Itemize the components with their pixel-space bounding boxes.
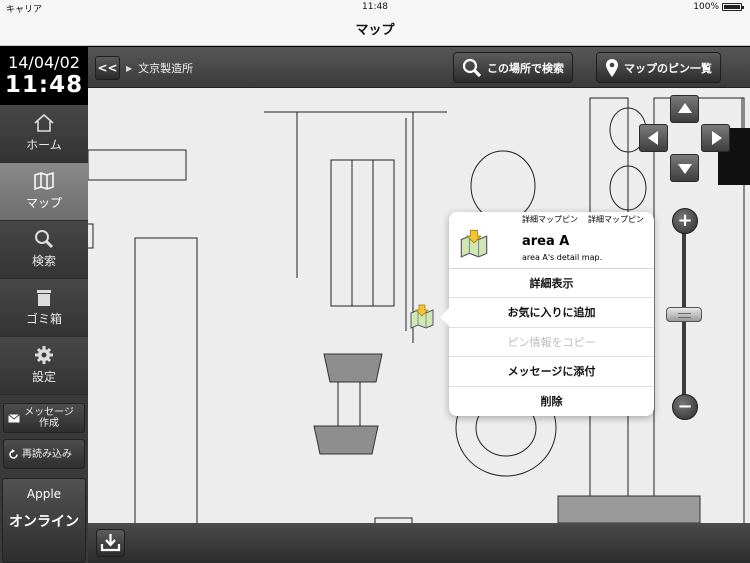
sidebar-item-label: 設定 xyxy=(31,370,56,384)
sidebar-item-search[interactable]: 検索 xyxy=(0,221,88,279)
pin-type-label: 詳細マップピン xyxy=(522,215,578,224)
sidebar-item-settings[interactable]: 設定 xyxy=(0,337,88,395)
search-icon xyxy=(462,58,482,77)
sidebar: 14/04/02 11:48 ホーム マップ 検索 ゴミ箱 設定 メッセージ作成… xyxy=(0,47,88,563)
zoom-out-button[interactable]: − xyxy=(672,394,698,420)
pin-list-label: マップのピン一覧 xyxy=(624,61,712,75)
clock: 14/04/02 11:48 xyxy=(0,47,88,105)
status-bar: キャリア 11:48 100% xyxy=(0,0,750,16)
zoom-in-button[interactable]: + xyxy=(672,208,698,234)
map-icon xyxy=(34,171,54,191)
search-here-button[interactable]: この場所で検索 xyxy=(453,52,573,83)
pin-popover-header: 詳細マップピン 詳細マップピン area A area A's detail m… xyxy=(449,212,654,269)
pin-list-button[interactable]: マップのピン一覧 xyxy=(596,52,721,83)
pan-left-button[interactable] xyxy=(639,124,668,152)
account-status-panel[interactable]: Apple オンライン xyxy=(2,478,86,563)
pin-popover: 詳細マップピン 詳細マップピン area A area A's detail m… xyxy=(440,212,654,416)
battery-icon xyxy=(722,3,744,11)
pin-name: area A xyxy=(522,234,570,249)
reload-icon xyxy=(9,448,18,459)
caret-right-icon: ▶ xyxy=(126,63,133,73)
sidebar-item-trash[interactable]: ゴミ箱 xyxy=(0,279,88,337)
sidebar-item-label: マップ xyxy=(25,196,62,210)
status-time: 11:48 xyxy=(362,2,388,12)
sidebar-item-label: ゴミ箱 xyxy=(25,312,62,326)
download-button[interactable] xyxy=(96,529,125,557)
download-icon xyxy=(100,534,121,552)
bottom-toolbar xyxy=(88,523,750,563)
attach-to-message-action[interactable]: メッセージに添付 xyxy=(449,357,654,387)
back-button[interactable]: << xyxy=(95,56,120,80)
breadcrumb: ▶ 文京製造所 xyxy=(126,60,193,76)
account-name: Apple xyxy=(26,487,62,501)
gear-icon xyxy=(35,346,53,364)
breadcrumb-location[interactable]: 文京製造所 xyxy=(138,60,193,76)
map-pin-icon xyxy=(606,58,618,77)
clock-time: 11:48 xyxy=(4,72,84,98)
pan-down-button[interactable] xyxy=(670,154,699,182)
copy-pin-info-action: ピン情報をコピー xyxy=(449,328,654,358)
trash-icon xyxy=(37,290,51,306)
reload-label: 再読み込み xyxy=(22,448,72,460)
pin-description: area A's detail map. xyxy=(522,253,603,262)
detail-map-pin-icon xyxy=(460,229,488,258)
pan-right-button[interactable] xyxy=(701,124,730,152)
show-detail-action[interactable]: 詳細表示 xyxy=(449,269,654,299)
delete-action[interactable]: 削除 xyxy=(449,387,654,416)
search-here-label: この場所で検索 xyxy=(487,61,564,75)
pin-type-label: 詳細マップピン xyxy=(588,215,644,224)
clock-date: 14/04/02 xyxy=(8,53,80,72)
battery-status: 100% xyxy=(693,2,744,12)
envelope-icon xyxy=(8,413,20,422)
add-favorite-action[interactable]: お気に入りに追加 xyxy=(449,298,654,328)
sidebar-item-label: 検索 xyxy=(31,254,56,268)
compose-message-label: メッセージ作成 xyxy=(24,407,74,429)
navigation-bar: マップ xyxy=(0,16,750,46)
detail-map-pin-icon[interactable] xyxy=(409,303,435,329)
sidebar-item-label: ホーム xyxy=(26,138,62,152)
compose-message-button[interactable]: メッセージ作成 xyxy=(3,403,85,433)
account-status: オンライン xyxy=(9,514,79,530)
home-icon xyxy=(34,113,54,132)
page-title: マップ xyxy=(355,23,395,38)
sidebar-item-map[interactable]: マップ xyxy=(0,163,88,221)
pan-up-button[interactable] xyxy=(670,95,699,123)
sidebar-item-home[interactable]: ホーム xyxy=(0,105,88,163)
zoom-slider-thumb[interactable] xyxy=(666,307,702,322)
search-icon xyxy=(35,230,54,249)
map-toolbar: << ▶ 文京製造所 この場所で検索 マップのピン一覧 xyxy=(88,47,750,88)
reload-button[interactable]: 再読み込み xyxy=(3,439,85,469)
battery-percent: 100% xyxy=(693,2,719,12)
